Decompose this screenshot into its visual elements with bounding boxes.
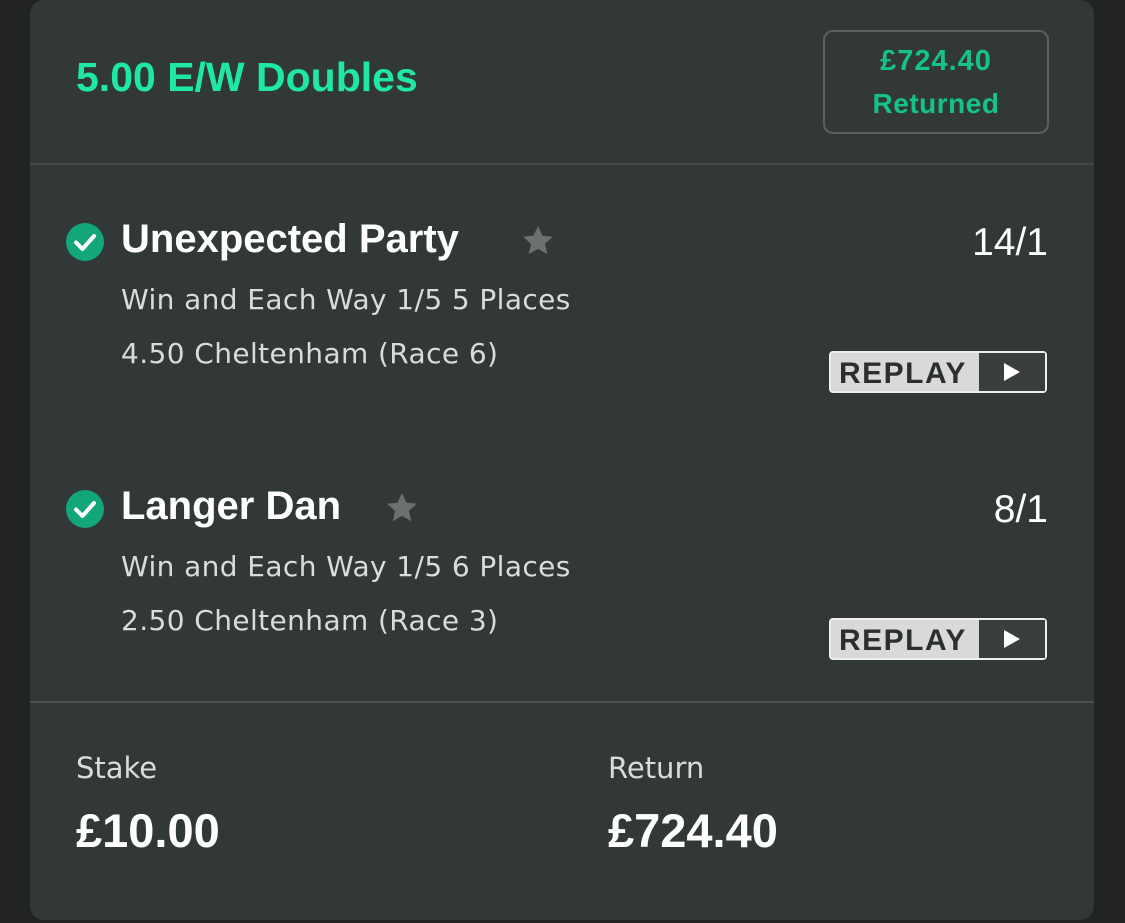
selection-market: Win and Each Way 1/5 6 Places <box>121 550 571 583</box>
selection-event: 2.50 Cheltenham (Race 3) <box>121 604 499 637</box>
selection-item: Langer Dan 8/1 Win and Each Way 1/5 6 Pl… <box>30 432 1094 660</box>
replay-button[interactable]: REPLAY <box>829 351 1047 393</box>
play-icon <box>979 620 1045 658</box>
bet-summary: Stake £10.00 Return £724.40 <box>30 701 1094 923</box>
returned-badge: £724.40 Returned <box>823 30 1049 134</box>
returned-label: Returned <box>872 88 1000 119</box>
check-circle-icon <box>66 490 104 528</box>
bet-card: 5.00 E/W Doubles £724.40 Returned Unexpe… <box>30 0 1094 920</box>
stake-value: £10.00 <box>76 804 220 857</box>
selection-event: 4.50 Cheltenham (Race 6) <box>121 337 499 370</box>
replay-label: REPLAY <box>839 357 967 390</box>
selection-odds: 14/1 <box>972 221 1048 264</box>
bet-header: 5.00 E/W Doubles £724.40 Returned <box>30 0 1094 165</box>
bet-title: 5.00 E/W Doubles <box>76 54 418 100</box>
replay-label: REPLAY <box>839 624 967 657</box>
return-value: £724.40 <box>608 804 778 857</box>
replay-button[interactable]: REPLAY <box>829 618 1047 660</box>
selection-item: Unexpected Party 14/1 Win and Each Way 1… <box>30 165 1094 393</box>
star-icon[interactable] <box>519 222 557 260</box>
selection-market: Win and Each Way 1/5 5 Places <box>121 283 571 316</box>
selection-odds: 8/1 <box>993 488 1048 531</box>
return-label: Return <box>608 751 705 785</box>
returned-amount: £724.40 <box>880 45 992 77</box>
check-circle-icon <box>66 223 104 261</box>
stake-label: Stake <box>76 751 158 785</box>
play-icon <box>979 353 1045 391</box>
star-icon[interactable] <box>383 489 421 527</box>
selection-name: Unexpected Party <box>121 217 459 261</box>
selection-name: Langer Dan <box>121 484 342 528</box>
